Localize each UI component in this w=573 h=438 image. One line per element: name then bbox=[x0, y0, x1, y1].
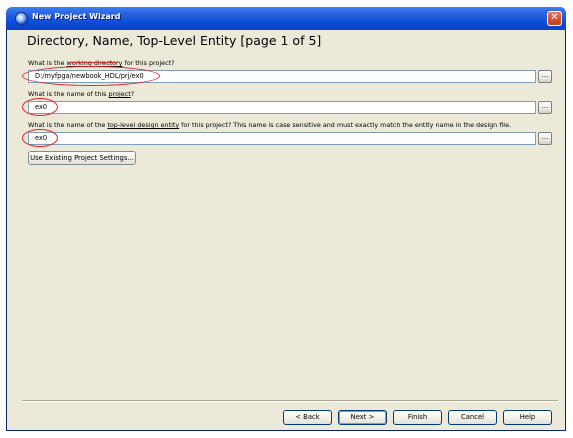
cancel-button[interactable]: Cancel bbox=[448, 410, 497, 425]
label-text: What is the name of the bbox=[28, 121, 108, 129]
window-title: New Project Wizard bbox=[32, 12, 121, 21]
label-text: for this project? bbox=[122, 59, 175, 67]
footer-separator bbox=[22, 400, 558, 402]
project-name-label: What is the name of this project? bbox=[28, 90, 134, 98]
label-mnemonic: top-level design entity bbox=[107, 121, 180, 129]
working-directory-label: What is the working directory for this p… bbox=[28, 59, 175, 67]
label-text: What is the name of this bbox=[28, 90, 109, 98]
top-level-entity-input[interactable]: ex0 bbox=[28, 132, 536, 145]
project-name-input[interactable]: ex0 bbox=[28, 101, 536, 114]
browse-directory-button[interactable]: ... bbox=[538, 70, 552, 83]
back-button[interactable]: < Back bbox=[283, 410, 332, 425]
use-existing-settings-button[interactable]: Use Existing Project Settings... bbox=[28, 151, 136, 165]
browse-project-button[interactable]: ... bbox=[538, 101, 552, 114]
page-title: Directory, Name, Top-Level Entity [page … bbox=[27, 33, 322, 48]
label-text: for this project? This name is case sens… bbox=[179, 121, 512, 129]
label-mnemonic: project bbox=[108, 90, 131, 98]
finish-button[interactable]: Finish bbox=[393, 410, 442, 425]
wizard-content: Directory, Name, Top-Level Entity [page … bbox=[6, 30, 566, 431]
working-directory-input[interactable]: D:/myfpga/newbook_HDL/prj/ex0 bbox=[28, 70, 536, 83]
next-button[interactable]: Next > bbox=[338, 410, 387, 425]
help-button[interactable]: Help bbox=[503, 410, 552, 425]
app-icon bbox=[15, 12, 28, 25]
close-button[interactable]: ✕ bbox=[547, 11, 562, 26]
label-text: ? bbox=[130, 90, 135, 98]
label-mnemonic: working directory bbox=[66, 59, 123, 67]
top-level-entity-label: What is the name of the top-level design… bbox=[28, 121, 511, 129]
title-bar: New Project Wizard ✕ bbox=[6, 7, 566, 30]
label-text: What is the bbox=[28, 59, 67, 67]
browse-entity-button[interactable]: ... bbox=[538, 132, 552, 145]
